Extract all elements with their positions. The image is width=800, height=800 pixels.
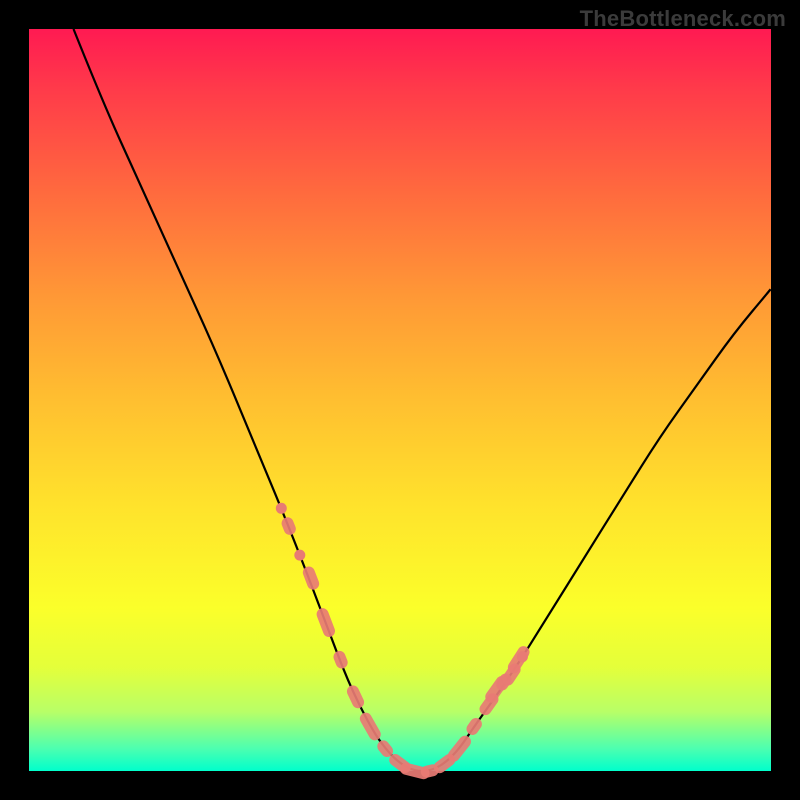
- watermark-text: TheBottleneck.com: [580, 6, 786, 32]
- chart-frame: TheBottleneck.com: [0, 0, 800, 800]
- highlight-dot: [294, 550, 305, 561]
- highlight-marker: [358, 710, 383, 742]
- curve-group: [74, 29, 772, 771]
- highlight-marker: [315, 606, 337, 638]
- highlight-dot: [276, 503, 287, 514]
- marker-group: [276, 503, 532, 781]
- highlight-marker: [332, 649, 350, 670]
- plot-area: [29, 29, 771, 771]
- bottleneck-curve: [74, 29, 772, 771]
- highlight-dot: [517, 651, 528, 662]
- highlight-marker: [464, 716, 484, 738]
- highlight-marker: [280, 516, 298, 537]
- highlight-marker: [345, 683, 366, 710]
- curve-svg: [29, 29, 771, 771]
- highlight-marker: [445, 733, 473, 764]
